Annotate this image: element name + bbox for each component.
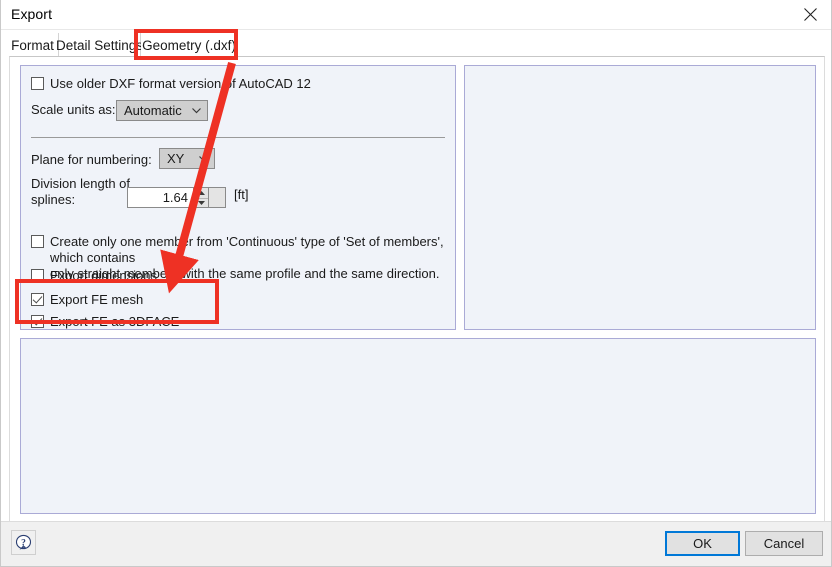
- preview-panel: [464, 65, 816, 330]
- continuous-member-checkbox[interactable]: [31, 235, 44, 248]
- scale-units-dropdown[interactable]: Automatic: [116, 100, 208, 121]
- division-length-value[interactable]: 1.64: [127, 187, 193, 208]
- section-divider: [31, 137, 445, 138]
- ok-button-label: OK: [693, 536, 712, 551]
- plane-numbering-label-wrap: Plane for numbering:: [31, 152, 152, 167]
- export-dimensions-checkbox[interactable]: [31, 269, 44, 282]
- export-fe-mesh-row[interactable]: Export FE mesh: [31, 292, 143, 307]
- continuous-member-label-line1: Create only one member from 'Continuous'…: [50, 234, 444, 265]
- geometry-settings-panel: Use older DXF format version of AutoCAD …: [20, 65, 456, 330]
- help-question-icon[interactable]: ?: [11, 530, 36, 555]
- export-fe-mesh-label: Export FE mesh: [50, 292, 144, 307]
- export-dialog: Export Format Detail Settings Geometry (…: [0, 0, 832, 567]
- tab-content-panel: Use older DXF format version of AutoCAD …: [9, 56, 825, 522]
- cancel-button[interactable]: Cancel: [745, 531, 823, 556]
- export-dimensions-row[interactable]: Export dimensions: [31, 268, 157, 283]
- tab-geometry-dxf[interactable]: Geometry (.dxf): [141, 33, 237, 57]
- scale-units-value: Automatic: [124, 103, 182, 118]
- close-icon[interactable]: [787, 0, 831, 29]
- division-length-label-line2: splines:: [31, 192, 76, 207]
- title-bar: Export: [1, 0, 831, 30]
- export-fe-3dface-row[interactable]: Export FE as 3DFACE: [31, 314, 179, 329]
- tab-format-label: Format: [11, 37, 54, 53]
- dialog-footer: ? OK Cancel: [1, 521, 831, 566]
- scale-units-label-wrap: Scale units as:: [31, 102, 116, 117]
- division-length-extra-button[interactable]: [209, 187, 226, 208]
- export-dimensions-label: Export dimensions: [50, 268, 157, 283]
- scale-units-label: Scale units as:: [31, 102, 116, 117]
- division-length-spin-buttons[interactable]: [193, 187, 209, 208]
- ok-button[interactable]: OK: [665, 531, 740, 556]
- svg-text:?: ?: [21, 538, 26, 548]
- tab-detail-settings[interactable]: Detail Settings: [55, 33, 144, 57]
- plane-numbering-value: XY: [167, 151, 185, 166]
- chevron-down-icon: [197, 152, 210, 165]
- window-title: Export: [11, 6, 53, 22]
- tab-detail-settings-label: Detail Settings: [55, 37, 144, 53]
- lower-options-panel: [20, 338, 816, 514]
- use-older-dxf-label: Use older DXF format version of AutoCAD …: [50, 76, 311, 91]
- division-length-label: Division length of splines:: [31, 176, 130, 208]
- use-older-dxf-row[interactable]: Use older DXF format version of AutoCAD …: [31, 76, 311, 91]
- plane-numbering-dropdown[interactable]: XY: [159, 148, 215, 169]
- spinner-up-icon[interactable]: [194, 188, 208, 198]
- tab-geometry-dxf-label: Geometry (.dxf): [142, 37, 236, 53]
- division-length-unit: [ft]: [234, 187, 249, 202]
- use-older-dxf-checkbox[interactable]: [31, 77, 44, 90]
- export-fe-3dface-label: Export FE as 3DFACE: [50, 314, 180, 329]
- tab-format[interactable]: Format: [7, 33, 59, 57]
- division-length-label-line1: Division length of: [31, 176, 130, 191]
- tab-strip: Format Detail Settings Geometry (.dxf): [1, 30, 831, 57]
- chevron-down-icon: [190, 104, 203, 117]
- cancel-button-label: Cancel: [763, 536, 805, 551]
- export-fe-mesh-checkbox[interactable]: [31, 293, 44, 306]
- plane-numbering-label: Plane for numbering:: [31, 152, 152, 167]
- spinner-down-icon[interactable]: [194, 197, 208, 208]
- export-fe-3dface-checkbox[interactable]: [31, 315, 44, 328]
- division-length-stepper[interactable]: 1.64 [ft]: [127, 187, 248, 208]
